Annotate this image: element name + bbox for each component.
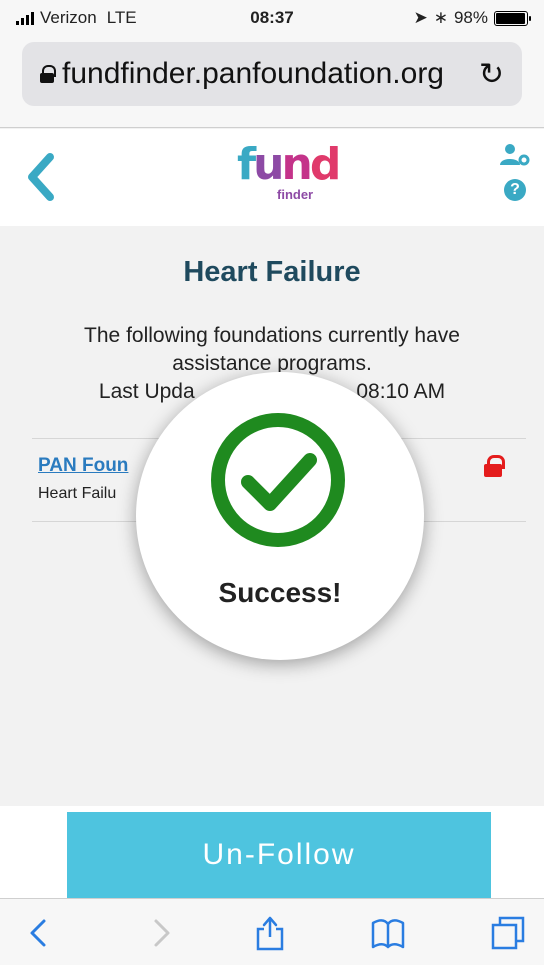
battery-fill	[496, 12, 526, 24]
logo-fund-text: fund	[237, 143, 341, 187]
status-time: 08:37	[250, 8, 294, 27]
address-bar[interactable]: fundfinder.panfoundation.org ↻	[22, 42, 522, 106]
help-icon[interactable]: ?	[504, 179, 526, 201]
browser-toolbar	[0, 898, 544, 965]
logo-letter-d: d	[309, 139, 341, 190]
back-chevron-icon[interactable]	[20, 147, 64, 207]
action-area: Un-Follow	[0, 806, 544, 898]
lock-icon	[40, 65, 56, 83]
bluetooth-icon: ∗	[433, 8, 448, 27]
url-text[interactable]: fundfinder.panfoundation.org	[62, 57, 479, 91]
success-popup: Success!	[136, 372, 424, 660]
signal-icon	[16, 11, 34, 25]
success-message: Success!	[218, 577, 342, 608]
battery-icon	[494, 10, 531, 26]
check-circle-icon	[211, 413, 345, 547]
logo-letter-f: f	[237, 139, 256, 190]
reload-icon[interactable]: ↻	[479, 57, 504, 92]
fund-finder-logo: fund finder	[237, 143, 341, 213]
logo-letter-u: u	[253, 139, 284, 190]
carrier-label: Verizon	[40, 8, 97, 27]
logo-letter-n: n	[281, 139, 312, 190]
tabs-icon[interactable]	[490, 915, 526, 951]
logo-finder-text: finder	[277, 187, 314, 202]
browser-chrome: fundfinder.panfoundation.org ↻	[0, 36, 544, 128]
status-left: Verizon LTE	[16, 8, 137, 28]
foundation-link[interactable]: PAN Foun	[38, 455, 128, 477]
foundation-subtitle: Heart Failu	[38, 485, 117, 502]
browser-back-icon[interactable]	[22, 915, 58, 951]
intro-line-1: The following foundations currently have	[84, 324, 460, 347]
battery-label: 98%	[453, 8, 488, 27]
user-settings-icon[interactable]	[500, 143, 530, 167]
status-bar: Verizon LTE 08:37 ➤ ∗ 98%	[0, 0, 544, 36]
last-updated-label: Last Upda	[98, 380, 195, 403]
browser-forward-icon[interactable]	[142, 915, 178, 951]
unfollow-button[interactable]: Un-Follow	[67, 812, 491, 898]
location-icon: ➤	[413, 8, 428, 27]
last-updated-time: 08:10 AM	[356, 380, 446, 403]
closed-lock-icon	[484, 455, 505, 477]
app-header: fund finder ?	[0, 129, 544, 226]
bookmarks-icon[interactable]	[370, 915, 406, 951]
page-title: Heart Failure	[183, 256, 361, 288]
network-label: LTE	[106, 8, 137, 27]
share-icon[interactable]	[252, 915, 288, 951]
status-right: ➤ ∗ 98%	[413, 8, 531, 28]
